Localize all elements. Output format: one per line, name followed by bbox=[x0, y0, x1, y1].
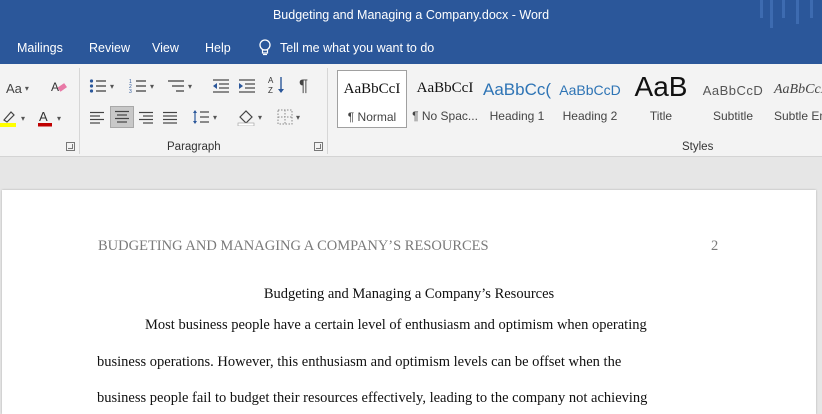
document-page[interactable]: BUDGETING AND MANAGING A COMPANY’S RESOU… bbox=[2, 190, 816, 414]
align-center-icon bbox=[115, 110, 129, 123]
chevron-down-icon: ▾ bbox=[188, 81, 193, 91]
style-heading-2[interactable]: AaBbCcD Heading 2 bbox=[555, 70, 625, 128]
title-bar-pattern bbox=[752, 0, 822, 33]
pilcrow-icon: ¶ bbox=[299, 76, 309, 95]
window-title: Budgeting and Managing a Company.docx - … bbox=[272, 8, 550, 22]
highlighter-icon bbox=[0, 111, 16, 127]
decrease-indent-button[interactable] bbox=[212, 76, 230, 96]
justify-icon bbox=[163, 111, 177, 124]
style-heading-1[interactable]: AaBbCc( Heading 1 bbox=[482, 70, 552, 128]
body-line: Most business people have a certain leve… bbox=[145, 317, 647, 333]
font-dialog-launcher[interactable] bbox=[66, 142, 75, 151]
chevron-down-icon: ▾ bbox=[110, 81, 115, 91]
styles-group-label: Styles bbox=[682, 141, 714, 153]
tell-me-text: Tell me what you want to do bbox=[280, 40, 435, 55]
svg-text:A: A bbox=[268, 76, 274, 85]
bullets-icon bbox=[89, 79, 106, 93]
align-left-icon bbox=[90, 111, 104, 124]
chevron-down-icon: ▾ bbox=[296, 112, 301, 122]
menu-mailings[interactable]: Mailings bbox=[17, 41, 63, 55]
paragraph-group-label: Paragraph bbox=[167, 141, 221, 153]
group-separator bbox=[327, 68, 328, 154]
tell-me-search[interactable]: Tell me what you want to do bbox=[258, 39, 434, 56]
style-preview: AaBbCcD bbox=[702, 83, 764, 98]
body-line: business operations. However, this enthu… bbox=[97, 354, 622, 370]
eraser-icon: A bbox=[51, 80, 67, 94]
style-preview: AaBbCcI bbox=[416, 80, 474, 96]
style-preview: AaBbCcD bbox=[774, 82, 822, 97]
line-spacing-icon bbox=[193, 110, 209, 124]
borders-icon bbox=[277, 109, 293, 125]
running-header: BUDGETING AND MANAGING A COMPANY’S RESOU… bbox=[98, 238, 489, 254]
style-title[interactable]: AaB Title bbox=[626, 70, 696, 128]
align-right-button[interactable] bbox=[138, 108, 154, 128]
clear-formatting-button[interactable]: A bbox=[50, 77, 68, 97]
increase-indent-icon bbox=[239, 79, 255, 93]
align-center-button[interactable] bbox=[110, 106, 134, 128]
justify-button[interactable] bbox=[162, 108, 178, 128]
change-case-label: Aa bbox=[6, 80, 22, 96]
lightbulb-icon bbox=[259, 39, 271, 56]
style-name: Heading 1 bbox=[489, 109, 545, 123]
style-name: ¶ Normal bbox=[347, 110, 397, 124]
page-number: 2 bbox=[711, 238, 719, 254]
chevron-down-icon: ▾ bbox=[213, 112, 218, 122]
svg-text:A: A bbox=[39, 109, 48, 124]
style-preview: AaBbCcD bbox=[559, 82, 621, 98]
menu-help[interactable]: Help bbox=[205, 41, 231, 55]
decrease-indent-icon bbox=[213, 79, 229, 93]
sort-button[interactable]: A Z bbox=[268, 75, 286, 95]
style-name: ¶ No Spac... bbox=[412, 109, 478, 123]
menu-bar: Mailings Review View Help Tell me what y… bbox=[0, 33, 822, 64]
multilevel-list-icon bbox=[168, 80, 184, 92]
style-name: Subtitle bbox=[712, 109, 754, 123]
chevron-down-icon: ▾ bbox=[57, 113, 62, 123]
style-subtle-emphasis[interactable]: AaBbCcD Subtle Em bbox=[770, 70, 822, 128]
menu-review[interactable]: Review bbox=[89, 41, 130, 55]
document-title: Budgeting and Managing a Company’s Resou… bbox=[263, 286, 555, 302]
style-no-spacing[interactable]: AaBbCcI ¶ No Spac... bbox=[410, 70, 480, 128]
chevron-down-icon: ▾ bbox=[258, 112, 263, 122]
ribbon: Aa ▾ A ▾ A ▾ ▾ 1 2 3 ▾ ▾ A Z ¶ ▾ ▾ ▾ Par… bbox=[0, 64, 822, 157]
style-subtitle[interactable]: AaBbCcD Subtitle bbox=[698, 70, 768, 128]
chevron-down-icon: ▾ bbox=[21, 113, 26, 123]
align-left-button[interactable] bbox=[89, 108, 105, 128]
style-preview: AaB bbox=[634, 71, 688, 102]
svg-text:Z: Z bbox=[268, 86, 273, 95]
svg-text:3: 3 bbox=[129, 89, 132, 94]
font-color-button[interactable]: A ▾ bbox=[36, 108, 61, 128]
line-spacing-button[interactable]: ▾ bbox=[192, 107, 217, 127]
chevron-down-icon: ▾ bbox=[24, 83, 29, 93]
body-line: business people fail to budget their res… bbox=[97, 390, 648, 406]
menu-view[interactable]: View bbox=[152, 41, 179, 55]
style-preview: AaBbCc( bbox=[482, 80, 552, 99]
bullets-button[interactable]: ▾ bbox=[89, 76, 114, 96]
chevron-down-icon: ▾ bbox=[150, 81, 155, 91]
paragraph-dialog-launcher[interactable] bbox=[314, 142, 323, 151]
show-formatting-marks-button[interactable]: ¶ bbox=[299, 76, 308, 96]
borders-button[interactable]: ▾ bbox=[277, 107, 300, 127]
numbering-icon: 1 2 3 bbox=[129, 79, 146, 94]
style-name: Heading 2 bbox=[562, 109, 618, 123]
increase-indent-button[interactable] bbox=[238, 76, 256, 96]
title-bar: Budgeting and Managing a Company.docx - … bbox=[0, 0, 822, 33]
align-right-icon bbox=[139, 111, 153, 124]
style-name: Title bbox=[649, 109, 673, 123]
paint-bucket-icon bbox=[237, 110, 255, 126]
style-preview: AaBbCcI bbox=[343, 81, 401, 97]
change-case-button[interactable]: Aa ▾ bbox=[6, 78, 29, 98]
style-normal[interactable]: AaBbCcI ¶ Normal bbox=[337, 70, 407, 128]
font-color-icon: A bbox=[38, 109, 52, 127]
highlight-color-button[interactable]: ▾ bbox=[0, 108, 25, 128]
shading-button[interactable]: ▾ bbox=[237, 107, 262, 127]
numbering-button[interactable]: 1 2 3 ▾ bbox=[129, 76, 154, 96]
sort-icon: A Z bbox=[268, 76, 284, 95]
svg-text:A: A bbox=[51, 80, 59, 94]
multilevel-list-button[interactable]: ▾ bbox=[167, 76, 192, 96]
group-separator bbox=[79, 68, 80, 154]
style-name: Subtle Em bbox=[774, 109, 822, 123]
